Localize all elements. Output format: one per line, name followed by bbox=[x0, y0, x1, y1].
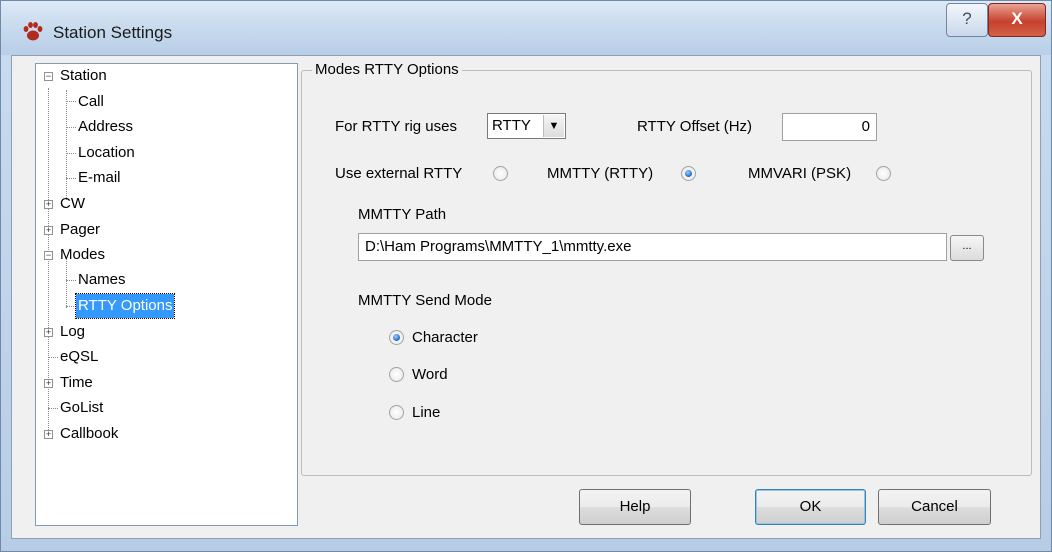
title-bar[interactable]: Station Settings ? X bbox=[1, 1, 1051, 55]
use-external-rtty-label: Use external RTTY bbox=[335, 165, 463, 182]
tree-branch bbox=[66, 101, 76, 102]
send-mode-character-radio[interactable] bbox=[389, 330, 404, 345]
window-title: Station Settings bbox=[53, 23, 173, 42]
help-caption-button[interactable]: ? bbox=[946, 3, 988, 37]
tree-branch bbox=[66, 280, 76, 281]
tree-item-label[interactable]: Log bbox=[58, 320, 87, 344]
mmvari-label: MMVARI (PSK) bbox=[748, 165, 852, 182]
rig-uses-select[interactable]: RTTY ▼ bbox=[487, 113, 566, 139]
ok-button[interactable]: OK bbox=[755, 489, 866, 525]
tree-item-label[interactable]: E-mail bbox=[76, 166, 123, 190]
tree-item-label[interactable]: Names bbox=[76, 268, 128, 292]
tree-station-line bbox=[66, 90, 67, 200]
mmtty-path-label: MMTTY Path bbox=[358, 206, 447, 223]
tree-item-label[interactable]: Modes bbox=[58, 243, 107, 267]
mmtty-path-input[interactable]: D:\Ham Programs\MMTTY_1\mmtty.exe bbox=[358, 233, 947, 261]
tree-item-label[interactable]: Time bbox=[58, 371, 95, 395]
collapse-icon[interactable]: − bbox=[44, 251, 53, 260]
mmvari-radio[interactable] bbox=[876, 166, 891, 181]
paw-icon bbox=[23, 22, 43, 41]
rtty-offset-label: RTTY Offset (Hz) bbox=[637, 118, 753, 135]
settings-tree[interactable]: − Station Call Address Location E-mail +… bbox=[35, 63, 298, 526]
send-mode-label: MMTTY Send Mode bbox=[358, 292, 492, 309]
rtty-offset-input[interactable]: 0 bbox=[782, 113, 877, 141]
modes-rtty-options-group: Modes RTTY Options For RTTY rig uses RTT… bbox=[301, 61, 1032, 476]
tree-branch bbox=[66, 306, 76, 307]
send-mode-line-radio[interactable] bbox=[389, 405, 404, 420]
tree-item-label[interactable]: CW bbox=[58, 192, 87, 216]
cancel-button[interactable]: Cancel bbox=[878, 489, 991, 525]
dialog-client-area: − Station Call Address Location E-mail +… bbox=[11, 55, 1041, 539]
tree-branch bbox=[66, 127, 76, 128]
expand-icon[interactable]: + bbox=[44, 200, 53, 209]
send-mode-word-radio[interactable] bbox=[389, 367, 404, 382]
expand-icon[interactable]: + bbox=[44, 430, 53, 439]
tree-item-label[interactable]: RTTY Options bbox=[74, 293, 176, 319]
tree-item-label[interactable]: eQSL bbox=[58, 345, 100, 369]
send-mode-character-label[interactable]: Character bbox=[412, 329, 478, 346]
mmtty-radio[interactable] bbox=[681, 166, 696, 181]
expand-icon[interactable]: + bbox=[44, 328, 53, 337]
tree-branch bbox=[66, 178, 76, 179]
rig-uses-value: RTTY bbox=[492, 117, 531, 134]
mmtty-label: MMTTY (RTTY) bbox=[547, 165, 654, 182]
station-settings-window: Station Settings ? X − Station Call Addr… bbox=[0, 0, 1052, 552]
tree-item-label[interactable]: Location bbox=[76, 141, 137, 165]
use-external-rtty-radio[interactable] bbox=[493, 166, 508, 181]
close-button[interactable]: X bbox=[988, 3, 1046, 37]
expand-icon[interactable]: + bbox=[44, 379, 53, 388]
send-mode-line-label[interactable]: Line bbox=[412, 404, 440, 421]
help-button[interactable]: Help bbox=[579, 489, 691, 525]
tree-item-label[interactable]: Callbook bbox=[58, 422, 120, 446]
rig-uses-label: For RTTY rig uses bbox=[335, 118, 457, 135]
tree-branch bbox=[48, 408, 58, 409]
browse-button[interactable]: ... bbox=[950, 235, 984, 261]
collapse-icon[interactable]: − bbox=[44, 72, 53, 81]
send-mode-word-label[interactable]: Word bbox=[412, 366, 448, 383]
tree-item-label[interactable]: Address bbox=[76, 115, 135, 139]
chevron-down-icon[interactable]: ▼ bbox=[543, 115, 564, 137]
tree-item-label[interactable]: Pager bbox=[58, 218, 102, 242]
tree-branch bbox=[66, 153, 76, 154]
tree-item-label[interactable]: Station bbox=[58, 64, 109, 88]
group-title: Modes RTTY Options bbox=[312, 61, 462, 78]
expand-icon[interactable]: + bbox=[44, 226, 53, 235]
tree-branch bbox=[48, 357, 58, 358]
tree-item-label[interactable]: Call bbox=[76, 90, 106, 114]
tree-item-label[interactable]: GoList bbox=[58, 396, 105, 420]
